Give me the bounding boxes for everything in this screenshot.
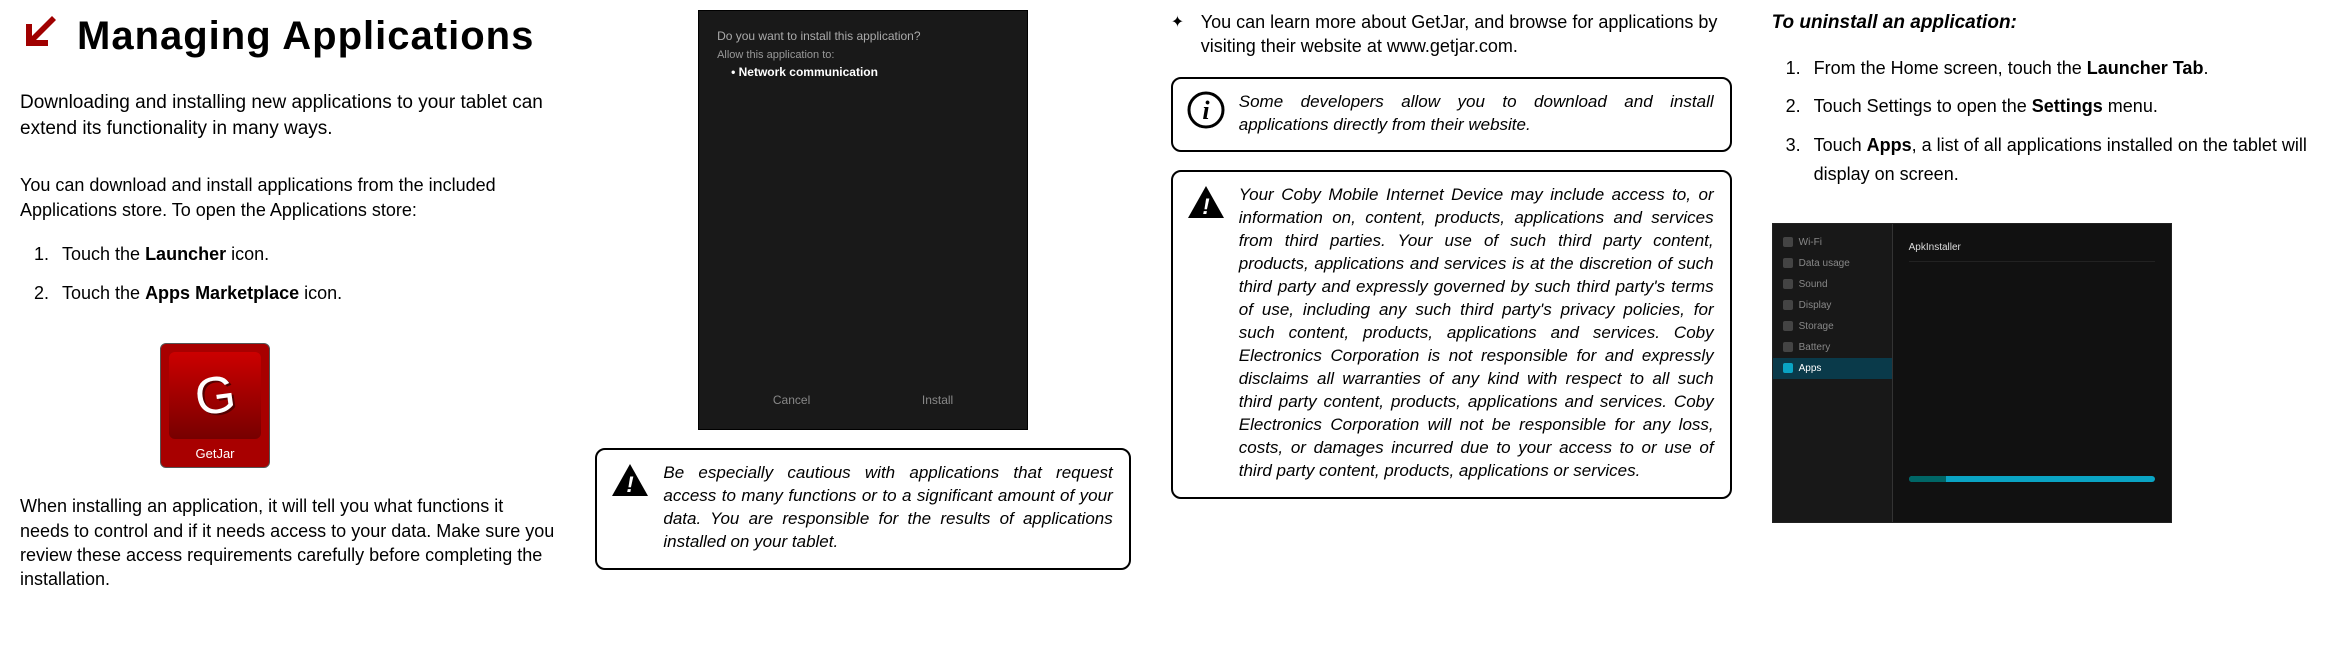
dialog-subtitle: Allow this application to:: [717, 49, 1009, 61]
column-4: To uninstall an application: From the Ho…: [1772, 10, 2307, 592]
dialog-permission: • Network communication: [717, 65, 1009, 79]
page-heading: Managing Applications: [77, 14, 534, 59]
uninstall-step-2: Touch Settings to open the Settings menu…: [1806, 92, 2307, 121]
heading-arrow-icon: [20, 10, 62, 62]
settings-content: ApkInstaller: [1893, 224, 2171, 522]
col1-intro: You can download and install application…: [20, 173, 555, 222]
page-subtitle: Downloading and installing new applicati…: [20, 90, 555, 141]
disclaimer-callout: ! Your Coby Mobile Internet Device may i…: [1171, 170, 1732, 498]
sidebar-item: Display: [1773, 295, 1892, 316]
uninstall-heading: To uninstall an application:: [1772, 10, 2307, 36]
storage-bar: [1909, 476, 2155, 482]
uninstall-step-1: From the Home screen, touch the Launcher…: [1806, 54, 2307, 83]
app-list-item: ApkInstaller: [1909, 234, 2155, 262]
info-text: Some developers allow you to download an…: [1239, 91, 1714, 137]
install-button: Install: [912, 389, 963, 411]
info-icon: i: [1185, 91, 1227, 137]
warning-icon: !: [1185, 184, 1227, 482]
getjar-icon: GetJar: [160, 343, 270, 468]
disclaimer-text: Your Coby Mobile Internet Device may inc…: [1239, 184, 1714, 482]
column-1: Managing Applications Downloading and in…: [20, 10, 555, 592]
settings-sidebar: Wi-Fi Data usage Sound Display Storage B…: [1773, 224, 1893, 522]
install-dialog-screenshot: Do you want to install this application?…: [698, 10, 1028, 430]
getjar-info-text: You can learn more about GetJar, and bro…: [1201, 10, 1732, 59]
getjar-info: ✦ You can learn more about GetJar, and b…: [1171, 10, 1732, 59]
sidebar-item: Data usage: [1773, 253, 1892, 274]
getjar-g-icon: [169, 352, 261, 439]
step-1: Touch the Launcher icon.: [54, 240, 555, 269]
settings-screenshot: Wi-Fi Data usage Sound Display Storage B…: [1772, 223, 2172, 523]
column-2: Do you want to install this application?…: [595, 10, 1130, 592]
heading-row: Managing Applications: [20, 10, 555, 62]
svg-text:!: !: [1202, 194, 1209, 219]
uninstall-steps: From the Home screen, touch the Launcher…: [1772, 54, 2307, 199]
open-store-steps: Touch the Launcher icon. Touch the Apps …: [20, 240, 555, 318]
caution-callout: ! Be especially cautious with applicatio…: [595, 448, 1130, 570]
sidebar-item: Wi-Fi: [1773, 232, 1892, 253]
dialog-buttons: Cancel Install: [717, 389, 1009, 411]
warning-icon: !: [609, 462, 651, 554]
diamond-bullet-icon: ✦: [1171, 12, 1187, 32]
getjar-label: GetJar: [195, 446, 234, 461]
caution-text: Be especially cautious with applications…: [663, 462, 1112, 554]
info-callout: i Some developers allow you to download …: [1171, 77, 1732, 153]
sidebar-item: Sound: [1773, 274, 1892, 295]
sidebar-item: Storage: [1773, 316, 1892, 337]
column-3: ✦ You can learn more about GetJar, and b…: [1171, 10, 1732, 592]
install-note: When installing an application, it will …: [20, 494, 555, 591]
uninstall-step-3: Touch Apps, a list of all applications i…: [1806, 131, 2307, 189]
step-2: Touch the Apps Marketplace icon.: [54, 279, 555, 308]
cancel-button: Cancel: [763, 389, 820, 411]
sidebar-item-apps: Apps: [1773, 358, 1892, 379]
dialog-title: Do you want to install this application?: [717, 29, 1009, 43]
svg-text:i: i: [1202, 96, 1210, 125]
sidebar-item: Battery: [1773, 337, 1892, 358]
svg-text:!: !: [627, 472, 634, 497]
